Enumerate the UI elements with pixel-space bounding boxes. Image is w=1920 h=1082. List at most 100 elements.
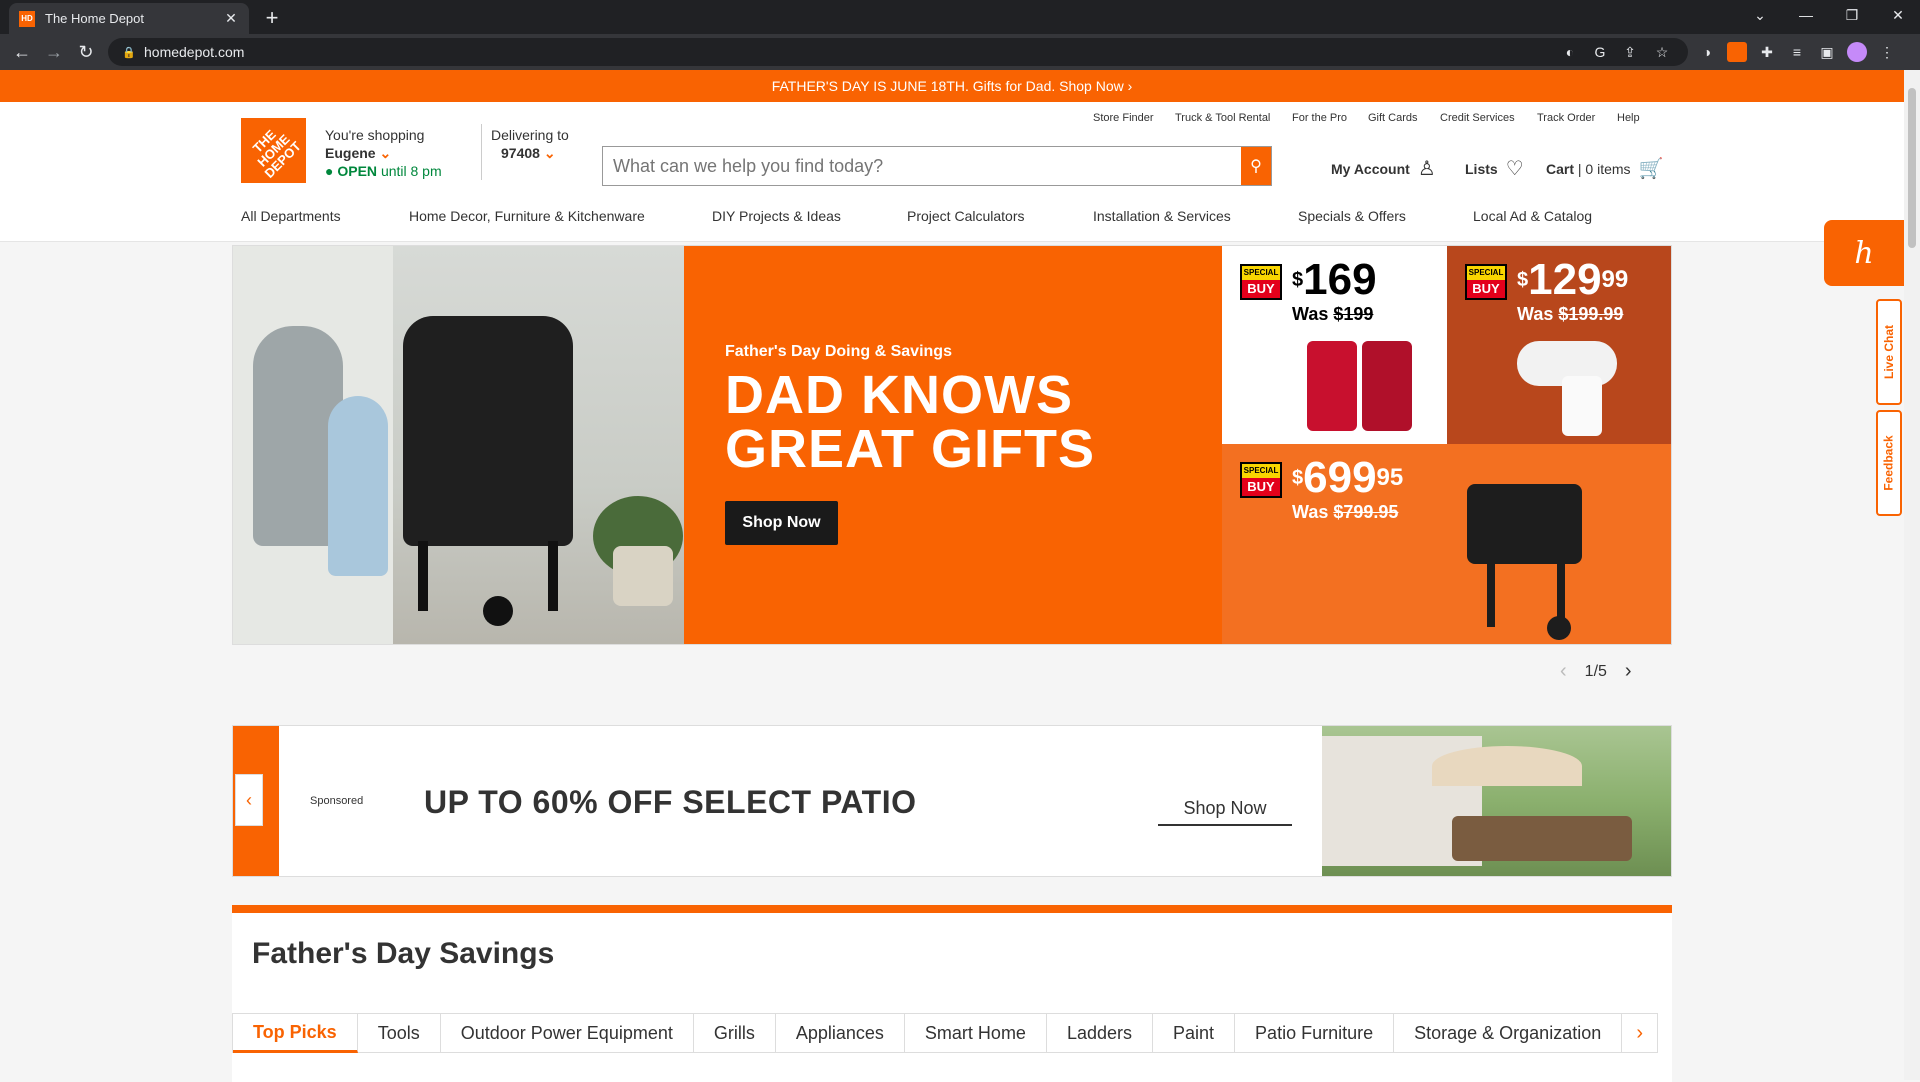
utility-link-for-the-pro[interactable]: For the Pro [1292, 112, 1347, 124]
nav-diy-projects[interactable]: DIY Projects & Ideas [712, 208, 841, 224]
tab-appliances[interactable]: Appliances [775, 1013, 905, 1053]
tab-ladders[interactable]: Ladders [1046, 1013, 1154, 1053]
delivery-zip-selector[interactable]: Delivering to 97408 ⌄ [491, 126, 569, 162]
tab-grills[interactable]: Grills [693, 1013, 776, 1053]
lists-button[interactable]: Lists ♡ [1465, 156, 1524, 181]
deal-price: $12999 [1517, 255, 1629, 304]
new-tab-icon[interactable]: + [258, 4, 286, 32]
sponsored-prev-icon[interactable]: ‹ [235, 774, 263, 826]
carousel-prev-icon[interactable]: ‹ [1560, 660, 1567, 683]
tab-outdoor-power-equipment[interactable]: Outdoor Power Equipment [440, 1013, 694, 1053]
deal-floodlight-camera[interactable]: SPECIAL BUY $12999 Was $199.99 [1447, 246, 1671, 444]
extension-icon[interactable]: ◐ [1560, 42, 1580, 62]
utility-link-credit-services[interactable]: Credit Services [1440, 112, 1515, 124]
browser-tab-strip: HD The Home Depot ✕ + ⌄ — ❐ ✕ [0, 0, 1920, 34]
restore-icon[interactable]: ❐ [1829, 0, 1875, 30]
feedback-tab[interactable]: Feedback [1876, 410, 1902, 516]
price-dollars: 129 [1528, 255, 1602, 304]
tab-top-picks[interactable]: Top Picks [233, 1013, 358, 1053]
menu-icon[interactable]: ⋮ [1877, 42, 1897, 62]
delivering-label: Delivering to [491, 127, 569, 143]
reload-icon[interactable]: ↻ [72, 38, 100, 66]
browser-tab[interactable]: HD The Home Depot ✕ [9, 3, 249, 34]
search-input[interactable] [603, 147, 1241, 185]
lock-icon: 🔒 [122, 47, 136, 59]
hero-grill-image[interactable] [233, 246, 684, 644]
page-content: THE HOME DEPOT You're shopping Eugene ⌄ … [0, 102, 1904, 1082]
honey-widget-icon[interactable]: h [1824, 220, 1904, 286]
deal-pellet-grill[interactable]: SPECIAL BUY $69995 Was $799.95 [1222, 444, 1671, 644]
promo-banner[interactable]: FATHER'S DAY IS JUNE 18TH. Gifts for Dad… [0, 70, 1904, 102]
nav-project-calculators[interactable]: Project Calculators [907, 208, 1025, 224]
utility-link-track-order[interactable]: Track Order [1537, 112, 1595, 124]
profile-avatar[interactable] [1847, 42, 1867, 62]
deal-drill-kit[interactable]: SPECIAL BUY $169 Was $199 [1222, 246, 1447, 444]
close-window-icon[interactable]: ✕ [1875, 0, 1920, 30]
home-depot-logo[interactable]: THE HOME DEPOT [241, 118, 306, 183]
open-status-icon: ● [325, 163, 334, 179]
honey-extension-icon[interactable] [1727, 42, 1747, 62]
nav-specials-offers[interactable]: Specials & Offers [1298, 208, 1406, 224]
grill-wheel [483, 596, 513, 626]
was-amount: $799.95 [1333, 502, 1399, 522]
tab-search-icon[interactable]: ⌄ [1737, 0, 1783, 30]
grill-leg [418, 541, 428, 611]
side-panel-icon[interactable]: ▣ [1817, 42, 1837, 62]
special-buy-badge: SPECIAL BUY [1240, 264, 1282, 300]
was-amount: $199 [1333, 304, 1374, 324]
store-name: Eugene [325, 145, 376, 161]
scrollbar-thumb[interactable] [1908, 88, 1916, 248]
page-scrollbar[interactable] [1904, 70, 1920, 1080]
tabs-next-icon[interactable]: › [1622, 1013, 1659, 1053]
address-bar[interactable]: 🔒 homedepot.com [108, 38, 1688, 66]
nav-local-ad[interactable]: Local Ad & Catalog [1473, 208, 1592, 224]
nav-home-decor[interactable]: Home Decor, Furniture & Kitchenware [409, 208, 645, 224]
sponsored-shop-now-link[interactable]: Shop Now [1158, 798, 1292, 826]
utility-link-truck-rental[interactable]: Truck & Tool Rental [1175, 112, 1270, 124]
utility-link-help[interactable]: Help [1617, 112, 1640, 124]
special-buy-badge: SPECIAL BUY [1465, 264, 1507, 300]
utility-link-store-finder[interactable]: Store Finder [1093, 112, 1154, 124]
pellet-grill-image [1467, 484, 1582, 564]
was-amount: $199.99 [1558, 304, 1624, 324]
store-selector[interactable]: You're shopping Eugene ⌄ ● OPEN until 8 … [325, 126, 442, 180]
badge-bottom: BUY [1242, 478, 1280, 496]
google-icon[interactable]: G [1590, 42, 1610, 62]
search-icon[interactable]: ⚲ [1241, 147, 1271, 185]
heart-icon: ♡ [1505, 158, 1524, 180]
live-chat-tab[interactable]: Live Chat [1876, 299, 1902, 405]
tab-storage-organization[interactable]: Storage & Organization [1394, 1013, 1623, 1053]
user-icon: ♙ [1417, 158, 1436, 180]
hero-subtitle: Father's Day Doing & Savings [725, 343, 952, 360]
forward-icon[interactable]: → [40, 38, 68, 66]
bookmark-star-icon[interactable]: ☆ [1652, 42, 1672, 62]
reading-list-icon[interactable]: ≡ [1787, 42, 1807, 62]
cart-button[interactable]: Cart | 0 items 🛒 [1546, 156, 1663, 181]
close-tab-icon[interactable]: ✕ [223, 10, 239, 27]
carousel-next-icon[interactable]: › [1625, 660, 1632, 683]
badge-bottom: BUY [1467, 280, 1505, 298]
share-icon[interactable]: ⇪ [1620, 42, 1640, 62]
tab-smart-home[interactable]: Smart Home [904, 1013, 1047, 1053]
feedback-label: Feedback [1882, 435, 1897, 491]
grill-shape [403, 316, 573, 546]
price-dollars: 699 [1303, 453, 1377, 502]
patio-image[interactable] [1322, 726, 1671, 876]
dark-mode-icon[interactable]: ◑ [1697, 42, 1717, 62]
my-account-button[interactable]: My Account ♙ [1331, 156, 1436, 181]
umbrella [1432, 746, 1582, 786]
nav-all-departments[interactable]: All Departments [241, 208, 341, 224]
tab-patio-furniture[interactable]: Patio Furniture [1235, 1013, 1395, 1053]
minimize-icon[interactable]: — [1783, 0, 1829, 30]
was-label: Was [1292, 502, 1329, 522]
utility-link-gift-cards[interactable]: Gift Cards [1368, 112, 1418, 124]
special-buy-badge: SPECIAL BUY [1240, 462, 1282, 498]
back-icon[interactable]: ← [8, 38, 36, 66]
hero-shop-now-button[interactable]: Shop Now [725, 501, 838, 545]
puzzle-extensions-icon[interactable]: ✚ [1757, 42, 1777, 62]
home-depot-favicon-icon: HD [19, 10, 35, 27]
tab-paint[interactable]: Paint [1153, 1013, 1236, 1053]
nav-installation-services[interactable]: Installation & Services [1093, 208, 1231, 224]
sponsored-banner[interactable]: ‹ Sponsored UP TO 60% OFF SELECT PATIO S… [232, 725, 1672, 877]
tab-tools[interactable]: Tools [357, 1013, 441, 1053]
